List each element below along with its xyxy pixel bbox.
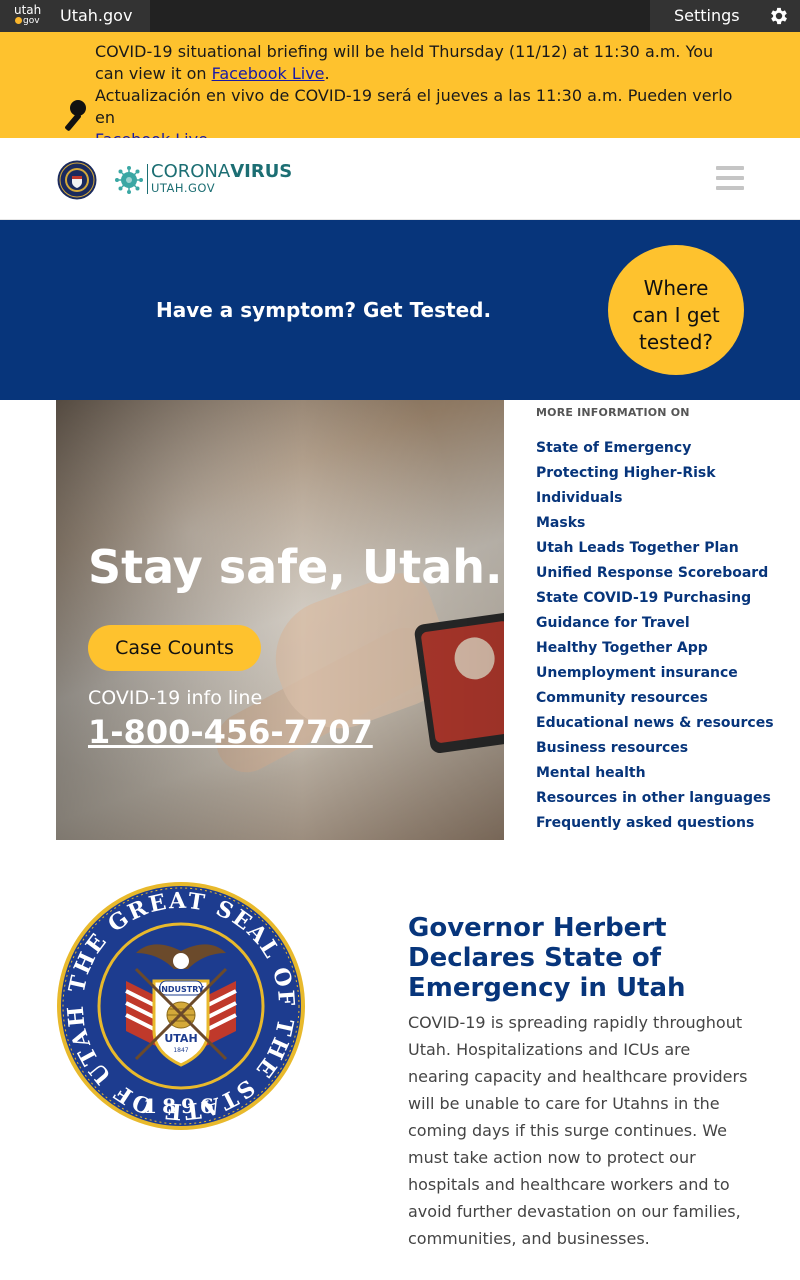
link-educational-news[interactable]: Educational news & resources [536,715,774,731]
alert-line-en-end: . [324,64,330,83]
alert-banner: COVID-19 situational briefing will be he… [0,32,800,149]
link-state-of-emergency[interactable]: State of Emergency [536,440,691,456]
link-masks[interactable]: Masks [536,515,585,531]
utah-gov-top-bar: utah gov Utah.gov Settings [0,0,800,32]
more-info-item: Guidance for Travel [536,611,776,636]
info-line-phone-link[interactable]: 1-800-456-7707 [88,713,373,751]
alert-text: COVID-19 situational briefing will be he… [95,41,745,151]
more-info-item: Unified Response Scoreboard [536,561,776,586]
link-utah-leads-together[interactable]: Utah Leads Together Plan [536,540,739,556]
brand-name-bold: VIRUS [230,161,293,182]
more-info-item: Business resources [536,736,776,761]
site-header: CORONAVIRUS UTAH.GOV [0,138,800,220]
facebook-live-link-en[interactable]: Facebook Live [212,64,325,83]
alert-line-en: COVID-19 situational briefing will be he… [95,42,714,83]
more-info-heading: MORE INFORMATION ON [536,406,690,419]
settings-button[interactable]: Settings [650,0,800,32]
more-info-item: Community resources [536,686,776,711]
hero-overlay [56,400,504,840]
more-info-item: Protecting Higher-Risk Individuals [536,461,776,511]
microphone-icon [65,100,86,131]
link-faq[interactable]: Frequently asked questions [536,815,754,831]
seal-shield-text: UTAH [164,1032,197,1045]
testing-cta-section: Have a symptom? Get Tested. Where can I … [0,220,800,400]
more-info-item: Mental health [536,761,776,786]
link-community-resources[interactable]: Community resources [536,690,708,706]
utah-gov-home-link[interactable]: utah gov Utah.gov [0,0,150,32]
link-protecting-higher-risk[interactable]: Protecting Higher-Risk Individuals [536,465,716,506]
case-counts-button[interactable]: Case Counts [88,625,261,671]
link-state-purchasing[interactable]: State COVID-19 Purchasing [536,590,751,606]
utah-gov-logo[interactable]: utah gov [13,3,43,27]
utah-gov-logo-bottom: gov [23,16,40,26]
more-info-item: Masks [536,511,776,536]
coronavirus-brand-logo[interactable]: CORONAVIRUS UTAH.GOV [147,162,292,195]
hero-banner: Stay safe, Utah. Case Counts COVID-19 in… [56,400,504,840]
more-info-item: Healthy Together App [536,636,776,661]
info-line-label: COVID-19 info line [88,687,263,709]
more-info-item: Educational news & resources [536,711,776,736]
state-seal-logo[interactable] [57,160,97,200]
more-info-item: Unemployment insurance [536,661,776,686]
site-name-link[interactable]: Utah.gov [60,6,132,25]
link-unified-response-scoreboard[interactable]: Unified Response Scoreboard [536,565,768,581]
brand-divider [147,164,148,194]
news-body-text: COVID-19 is spreading rapidly throughout… [408,1013,748,1248]
brand-name-light: CORONA [151,161,231,182]
where-to-get-tested-button[interactable]: Where can I get tested? [608,245,744,375]
more-info-item: Utah Leads Together Plan [536,536,776,561]
seal-shield-year: 1847 [173,1047,188,1054]
brand-subtitle: UTAH.GOV [151,181,216,195]
more-info-item: State of Emergency [536,436,776,461]
link-healthy-together-app[interactable]: Healthy Together App [536,640,708,656]
menu-hamburger-icon[interactable] [716,166,744,192]
settings-label: Settings [674,6,740,25]
more-info-sidebar: MORE INFORMATION ON State of Emergency P… [536,406,776,836]
news-headline[interactable]: Governor Herbert Declares State of Emerg… [408,913,738,1003]
coronavirus-logo-icon [115,166,143,194]
link-mental-health[interactable]: Mental health [536,765,646,781]
link-unemployment-insurance[interactable]: Unemployment insurance [536,665,738,681]
more-info-list: State of Emergency Protecting Higher-Ris… [536,436,776,836]
brand-name: CORONAVIRUS [151,162,292,182]
seal-year: 1896 [143,1094,219,1118]
more-info-item: Resources in other languages [536,786,776,811]
link-business-resources[interactable]: Business resources [536,740,688,756]
seal-banner-text: INDUSTRY [158,985,204,994]
logo-dot-icon [15,17,22,24]
hero-title: Stay safe, Utah. [88,540,503,594]
more-info-item: State COVID-19 Purchasing [536,586,776,611]
more-info-item: Frequently asked questions [536,811,776,836]
great-seal-of-utah-image: THE GREAT SEAL OF THE STATE OF UTAH 1896… [57,882,305,1130]
link-guidance-for-travel[interactable]: Guidance for Travel [536,615,690,631]
cta-headline: Have a symptom? Get Tested. [156,298,492,322]
utah-gov-logo-top: utah [14,3,42,17]
alert-line-es: Actualización en vivo de COVID-19 será e… [95,86,733,127]
link-other-languages[interactable]: Resources in other languages [536,790,771,806]
gear-icon [771,7,787,25]
